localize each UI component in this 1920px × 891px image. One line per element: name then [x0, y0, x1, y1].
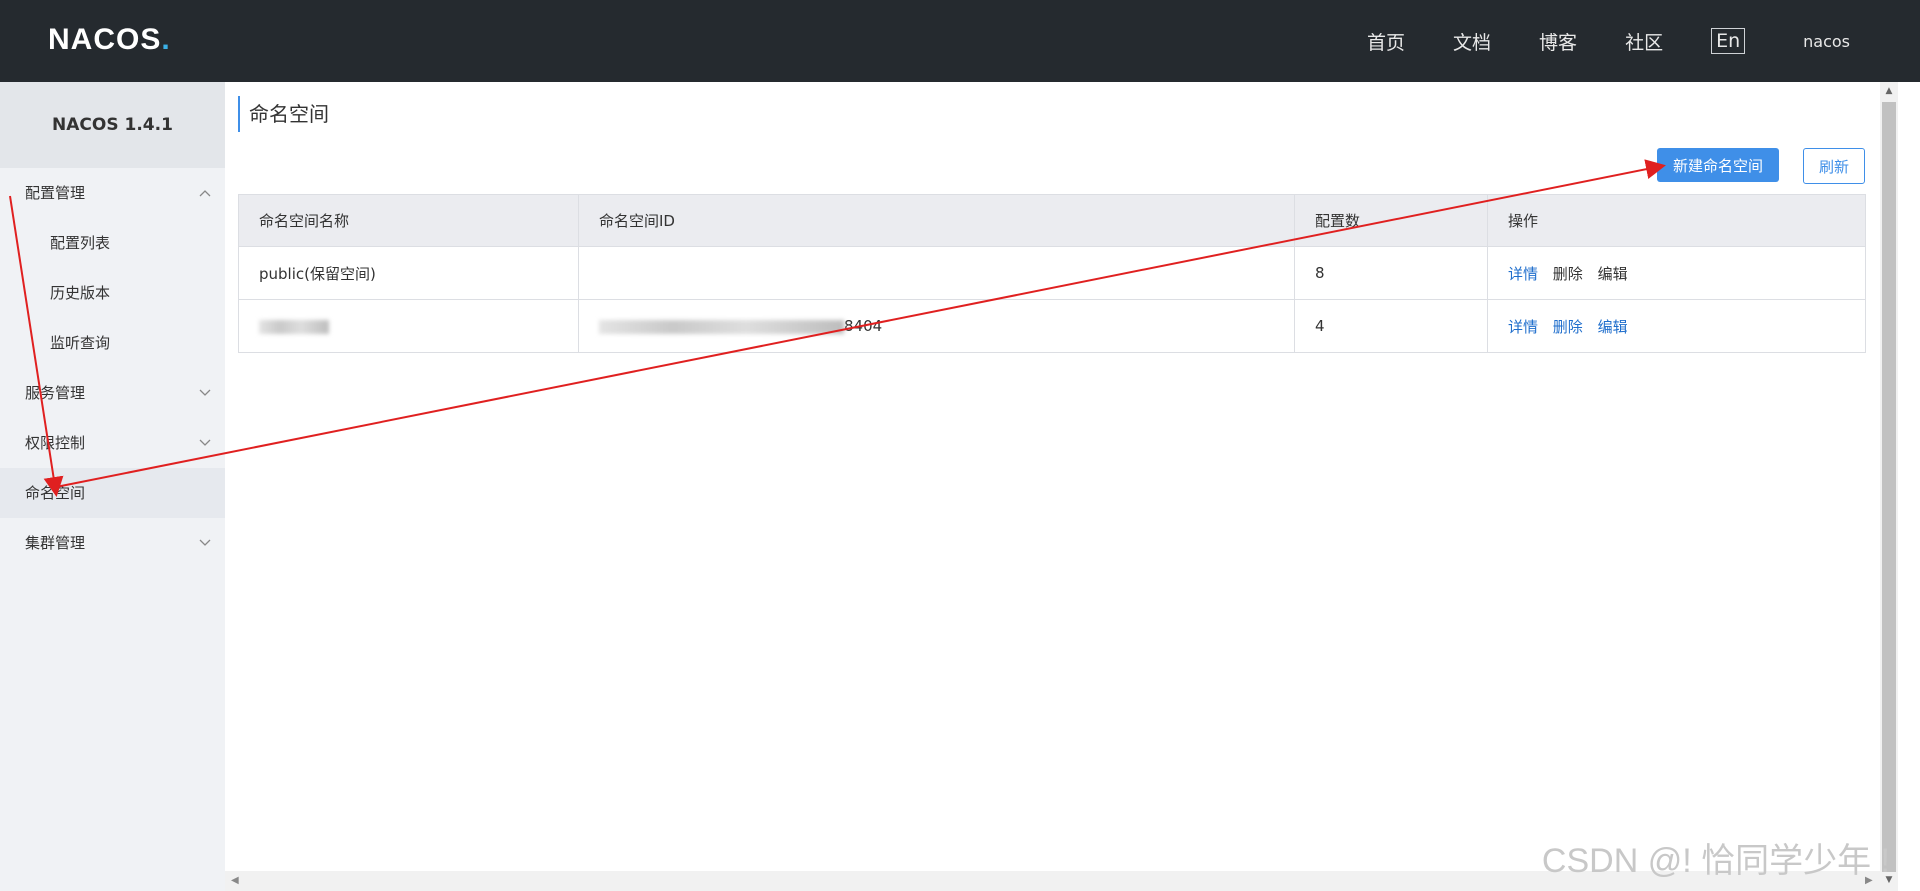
delete-link[interactable]: 删除: [1553, 318, 1583, 336]
sidebar-item-label: 集群管理: [25, 534, 86, 552]
watermark: CSDN @! 恰同学少年 !: [1541, 842, 1890, 880]
nav-home[interactable]: 首页: [1367, 28, 1405, 55]
sidebar-item-label: 服务管理: [25, 384, 86, 402]
delete-link[interactable]: 删除: [1553, 265, 1583, 283]
top-nav-links: 首页 文档 博客 社区 En nacos: [1367, 0, 1920, 82]
sidebar-item-listener-query[interactable]: 监听查询: [0, 318, 225, 368]
sidebar-item-config-management[interactable]: 配置管理: [0, 168, 225, 218]
top-navbar: NACOS. 首页 文档 博客 社区 En nacos: [0, 0, 1920, 82]
sidebar-item-service-management[interactable]: 服务管理: [0, 368, 225, 418]
nav-docs[interactable]: 文档: [1453, 28, 1491, 55]
table-row: public(保留空间) 8 详情 删除 编辑: [238, 246, 1866, 300]
nav-community[interactable]: 社区: [1625, 28, 1663, 55]
table-header-row: 命名空间名称 命名空间ID 配置数 操作: [238, 194, 1866, 247]
table-row: 8404 4 详情 删除 编辑: [238, 299, 1866, 353]
chevron-down-icon: [197, 518, 213, 568]
sidebar-item-label: 权限控制: [25, 434, 86, 452]
logo-dot: .: [161, 23, 171, 56]
edit-link[interactable]: 编辑: [1598, 265, 1628, 283]
scrollbar-thumb[interactable]: [1882, 102, 1896, 872]
sidebar-item-access-control[interactable]: 权限控制: [0, 418, 225, 468]
sidebar: NACOS 1.4.1 配置管理 配置列表 历史版本 监听查询 服务管理 权限控…: [0, 82, 225, 891]
edit-link[interactable]: 编辑: [1598, 318, 1628, 336]
config-count-cell: 4: [1294, 299, 1488, 353]
namespace-name-cell: [238, 299, 579, 353]
sidebar-item-config-list[interactable]: 配置列表: [0, 218, 225, 268]
new-namespace-button[interactable]: 新建命名空间: [1657, 148, 1779, 182]
namespace-name-cell: public(保留空间): [238, 246, 579, 300]
sidebar-item-cluster-management[interactable]: 集群管理: [0, 518, 225, 568]
sidebar-item-label: 历史版本: [50, 284, 111, 302]
actions-cell: 详情 删除 编辑: [1487, 246, 1866, 300]
scroll-up-icon[interactable]: ▲: [1884, 86, 1894, 96]
refresh-button[interactable]: 刷新: [1803, 148, 1865, 184]
logo-text: NACOS: [48, 23, 162, 56]
column-header-count: 配置数: [1294, 194, 1488, 247]
user-menu[interactable]: nacos: [1803, 32, 1850, 51]
sidebar-item-label: 配置管理: [25, 184, 86, 202]
column-header-name: 命名空间名称: [238, 194, 579, 247]
namespace-id-cell: 8404: [578, 299, 1295, 353]
page-title: 命名空间: [238, 96, 329, 132]
chevron-down-icon: [197, 368, 213, 418]
language-toggle-button[interactable]: En: [1711, 28, 1746, 54]
vertical-scrollbar[interactable]: ▲ ▼: [1880, 82, 1898, 891]
namespace-table: 命名空间名称 命名空间ID 配置数 操作 public(保留空间) 8 详情 删…: [238, 194, 1866, 353]
details-link[interactable]: 详情: [1508, 265, 1538, 283]
sidebar-item-namespace[interactable]: 命名空间: [0, 468, 225, 518]
details-link[interactable]: 详情: [1508, 318, 1538, 336]
sidebar-item-label: 监听查询: [50, 334, 111, 352]
nav-blog[interactable]: 博客: [1539, 28, 1577, 55]
scroll-left-icon[interactable]: ◀: [231, 875, 239, 886]
sidebar-item-history[interactable]: 历史版本: [0, 268, 225, 318]
column-header-id: 命名空间ID: [578, 194, 1295, 247]
sidebar-item-label: 配置列表: [50, 234, 111, 252]
sidebar-title: NACOS 1.4.1: [0, 82, 225, 168]
config-count-cell: 8: [1294, 246, 1488, 300]
sidebar-item-label: 命名空间: [25, 484, 86, 502]
column-header-actions: 操作: [1487, 194, 1866, 247]
nacos-logo[interactable]: NACOS.: [48, 23, 171, 56]
actions-cell: 详情 删除 编辑: [1487, 299, 1866, 353]
main-content: 命名空间 新建命名空间 刷新 命名空间名称 命名空间ID 配置数 操作 publ…: [225, 82, 1880, 871]
redacted-name: [259, 319, 329, 334]
chevron-up-icon: [197, 168, 213, 218]
chevron-down-icon: [197, 418, 213, 468]
namespace-id-cell: [578, 246, 1295, 300]
redacted-id: [599, 319, 844, 334]
